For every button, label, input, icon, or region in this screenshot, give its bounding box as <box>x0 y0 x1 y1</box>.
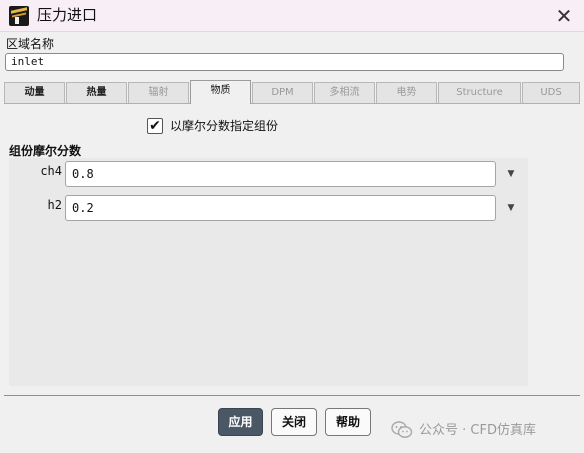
species-name-ch4: ch4 <box>40 164 62 178</box>
species-group-panel <box>9 158 528 386</box>
tab-species[interactable]: 物质 <box>190 80 251 104</box>
app-icon <box>9 6 29 26</box>
bottom-divider <box>4 395 580 396</box>
help-button[interactable]: 帮助 <box>325 408 371 436</box>
mole-fraction-label: 以摩尔分数指定组份 <box>170 119 279 133</box>
tab-structure[interactable]: Structure <box>438 82 521 103</box>
window-title: 压力进口 <box>37 6 98 24</box>
tab-bar: 动量 热量 辐射 物质 DPM 多相流 电势 Structure UDS <box>4 80 580 104</box>
watermark-text: 公众号 · CFD仿真库 <box>419 423 536 438</box>
tab-thermal[interactable]: 热量 <box>66 82 127 103</box>
chevron-down-icon[interactable]: ▼ <box>503 201 519 215</box>
close-button[interactable]: 关闭 <box>271 408 317 436</box>
mole-fraction-checkbox[interactable]: ✔ <box>147 118 163 134</box>
zone-name-input[interactable]: inlet <box>5 53 564 71</box>
tab-momentum[interactable]: 动量 <box>4 82 65 103</box>
species-name-h2: h2 <box>47 198 62 212</box>
species-value-ch4[interactable]: 0.8 <box>65 161 496 187</box>
tab-multiphase[interactable]: 多相流 <box>314 82 375 103</box>
tab-dpm[interactable]: DPM <box>252 82 313 103</box>
apply-button[interactable]: 应用 <box>218 408 263 436</box>
check-icon: ✔ <box>149 118 161 134</box>
title-bar: 压力进口 ✕ <box>0 0 584 32</box>
tab-divider <box>4 103 580 104</box>
tab-potential[interactable]: 电势 <box>376 82 437 103</box>
tab-radiation[interactable]: 辐射 <box>128 82 189 103</box>
species-group-title: 组份摩尔分数 <box>9 144 82 158</box>
chevron-down-icon[interactable]: ▼ <box>503 167 519 181</box>
zone-name-label: 区域名称 <box>6 37 55 51</box>
close-icon[interactable]: ✕ <box>552 4 576 28</box>
tab-uds[interactable]: UDS <box>522 82 580 103</box>
wechat-icon <box>391 421 413 438</box>
species-value-h2[interactable]: 0.2 <box>65 195 496 221</box>
